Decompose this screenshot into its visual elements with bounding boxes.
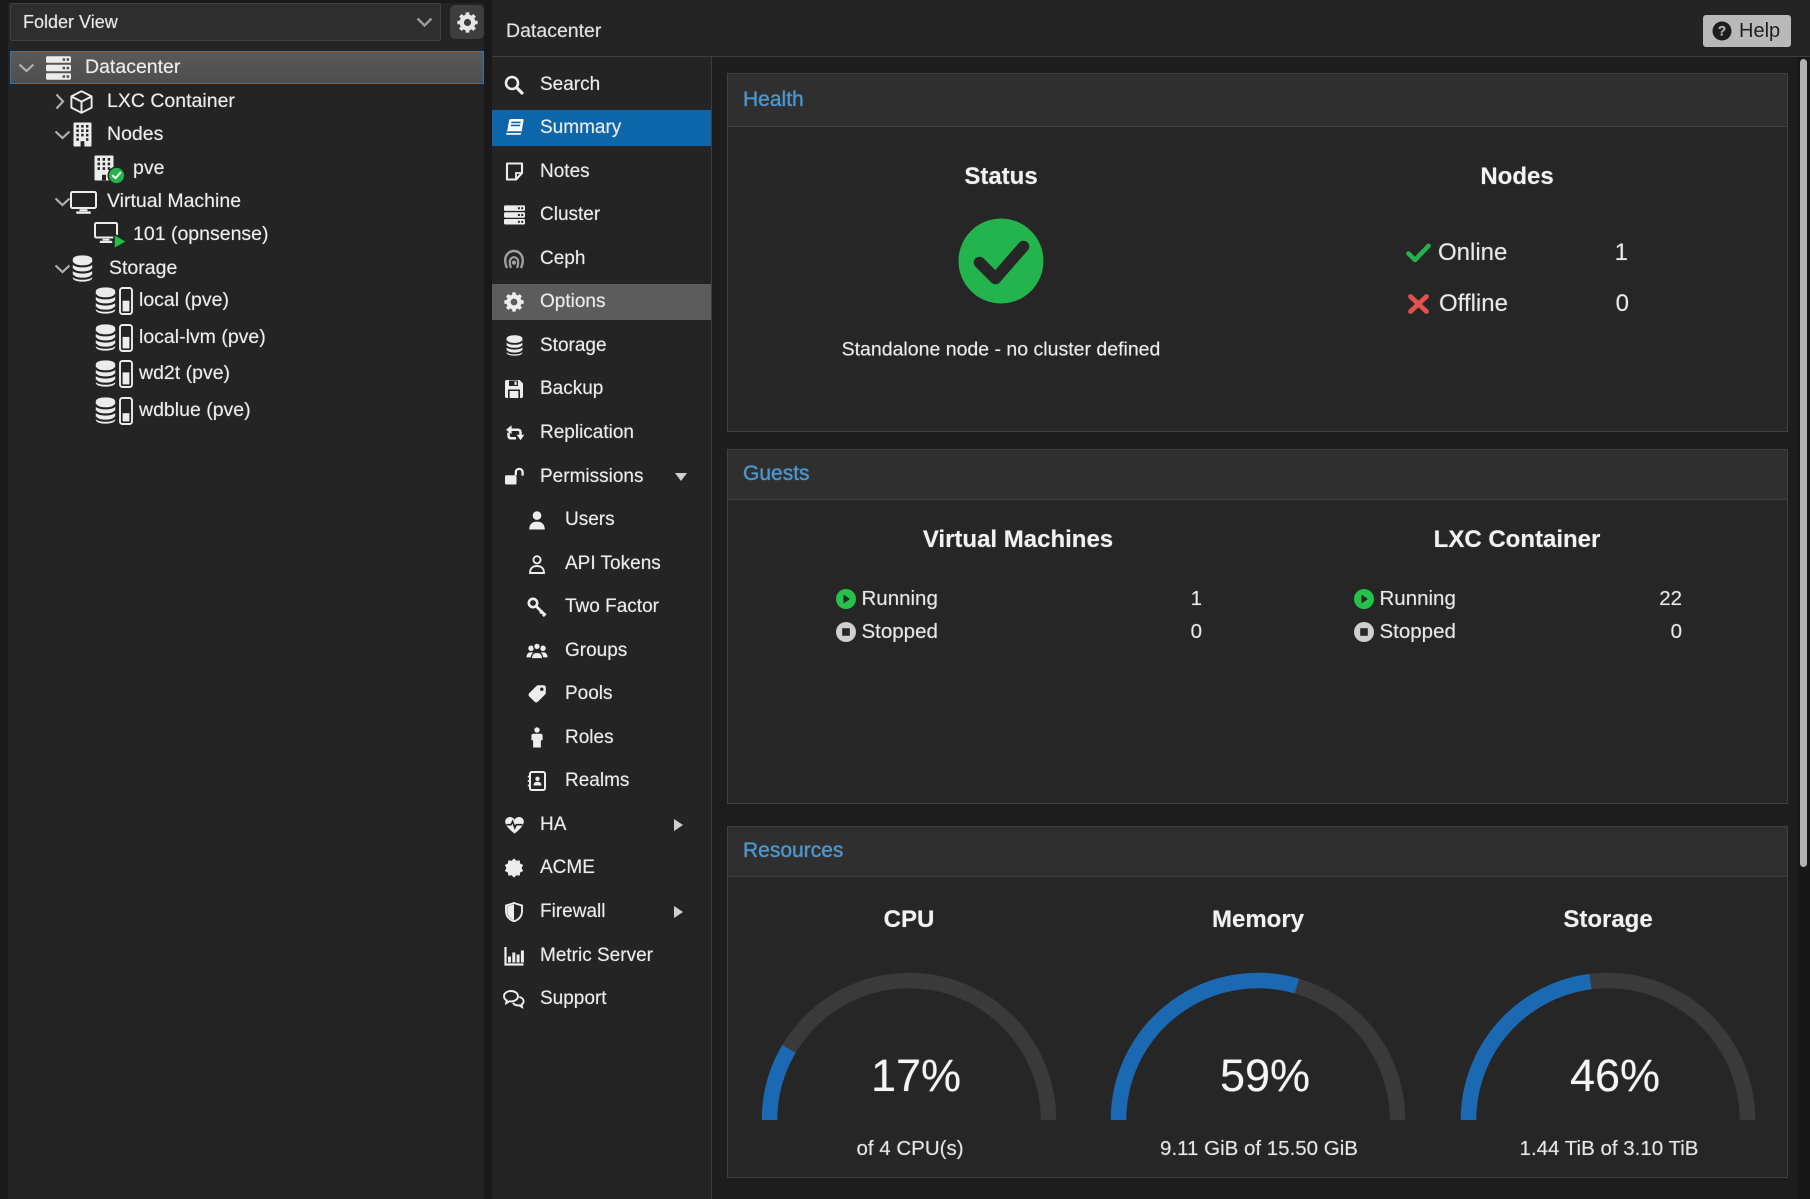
svg-text:?: ? [1718, 23, 1726, 38]
